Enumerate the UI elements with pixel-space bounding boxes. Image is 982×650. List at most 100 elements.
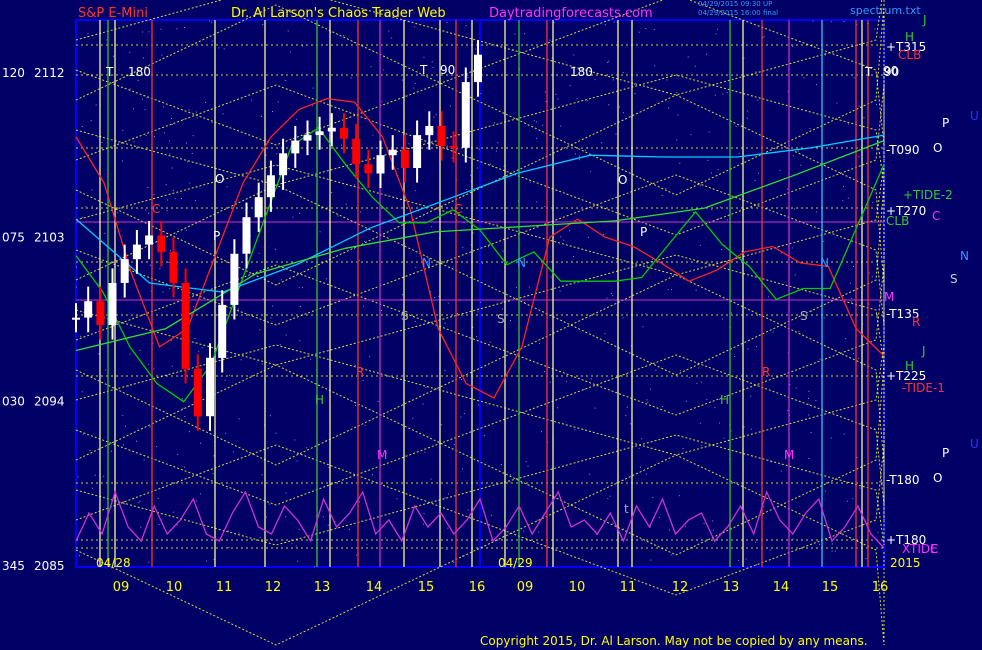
star-dot <box>495 150 497 152</box>
star-dot <box>819 543 821 545</box>
star-dot <box>846 500 848 502</box>
star-dot <box>638 31 640 33</box>
star-dot <box>641 438 643 440</box>
star-dot <box>668 107 670 109</box>
star-dot <box>685 400 687 402</box>
price-bar <box>340 127 348 139</box>
star-dot <box>718 218 720 220</box>
star-dot <box>682 448 684 449</box>
star-dot <box>797 150 799 152</box>
star-dot <box>301 45 303 47</box>
star-dot <box>574 429 576 431</box>
star-dot <box>103 475 105 477</box>
star-dot <box>176 524 178 526</box>
star-dot <box>476 167 478 169</box>
star-dot <box>679 162 681 164</box>
star-dot <box>583 389 585 390</box>
star-dot <box>171 118 172 119</box>
star-dot <box>140 526 142 528</box>
star-dot <box>91 206 93 207</box>
x-tick-hour: 12 <box>672 580 689 595</box>
chart-label: S <box>800 309 808 323</box>
star-dot <box>456 313 458 314</box>
y-tick-angle: 075 <box>2 230 25 244</box>
star-dot <box>226 186 228 188</box>
star-dot <box>196 111 197 113</box>
right-label: C <box>932 209 940 223</box>
price-bar <box>425 126 434 136</box>
star-dot <box>297 560 299 562</box>
star-dot <box>82 433 84 435</box>
star-dot <box>152 342 154 344</box>
star-dot <box>467 76 469 78</box>
star-dot <box>299 212 301 214</box>
star-dot <box>415 266 417 268</box>
price-bar <box>388 149 397 156</box>
star-dot <box>768 296 770 298</box>
star-dot <box>192 306 194 308</box>
star-dot <box>630 423 632 425</box>
star-dot <box>465 25 467 27</box>
star-dot <box>171 365 173 367</box>
star-dot <box>734 356 736 357</box>
star-dot <box>97 136 99 138</box>
star-dot <box>189 182 191 184</box>
star-dot <box>431 61 433 63</box>
star-dot <box>163 106 164 108</box>
y-tick-price: 2103 <box>34 230 65 244</box>
star-dot <box>700 445 702 447</box>
star-dot <box>872 201 874 203</box>
star-dot <box>182 119 184 120</box>
star-dot <box>358 501 360 503</box>
star-dot <box>848 123 850 125</box>
y-tick-price: 2094 <box>34 395 65 409</box>
star-dot <box>533 120 535 122</box>
star-dot <box>259 536 261 538</box>
star-dot <box>847 197 849 199</box>
star-dot <box>182 407 184 409</box>
star-dot <box>584 149 586 151</box>
star-dot <box>146 97 148 99</box>
star-dot <box>313 566 315 568</box>
star-dot <box>626 406 628 408</box>
price-bar <box>352 138 361 165</box>
y-axis-labels: 120 2112 075 2103 030 2094 345 2085 <box>2 66 65 573</box>
star-dot <box>280 279 282 281</box>
star-dot <box>279 344 281 346</box>
chart-label: M <box>377 448 387 462</box>
star-dot <box>143 459 145 461</box>
star-dot <box>240 359 242 361</box>
star-dot <box>859 487 861 489</box>
copyright-notice: Copyright 2015, Dr. Al Larson. May not b… <box>480 634 868 648</box>
star-dot <box>738 559 739 561</box>
star-dot <box>826 230 828 232</box>
star-dot <box>652 497 654 498</box>
star-dot <box>524 33 526 35</box>
star-dot <box>153 368 155 370</box>
star-dot <box>658 516 660 518</box>
star-dot <box>549 381 551 383</box>
star-dot <box>448 493 449 495</box>
star-dot <box>424 451 426 453</box>
x-tick-hour: 13 <box>723 580 740 595</box>
price-bar <box>291 140 300 154</box>
star-dot <box>188 109 190 111</box>
star-dot <box>167 199 169 201</box>
star-dot <box>129 88 131 90</box>
star-dot <box>200 442 202 444</box>
star-dot <box>453 443 455 445</box>
star-dot <box>594 78 596 80</box>
star-dot <box>851 301 853 303</box>
x-tick-hour: 09 <box>517 580 534 595</box>
star-dot <box>310 358 312 360</box>
star-dot <box>343 35 345 36</box>
star-dot <box>525 461 527 463</box>
price-bar <box>279 153 288 176</box>
star-dot <box>89 450 91 451</box>
star-dot <box>538 342 540 344</box>
star-dot <box>226 488 228 490</box>
chart-label: T <box>864 65 873 79</box>
star-dot <box>206 560 208 562</box>
star-dot <box>549 39 551 41</box>
star-dot <box>722 93 724 95</box>
